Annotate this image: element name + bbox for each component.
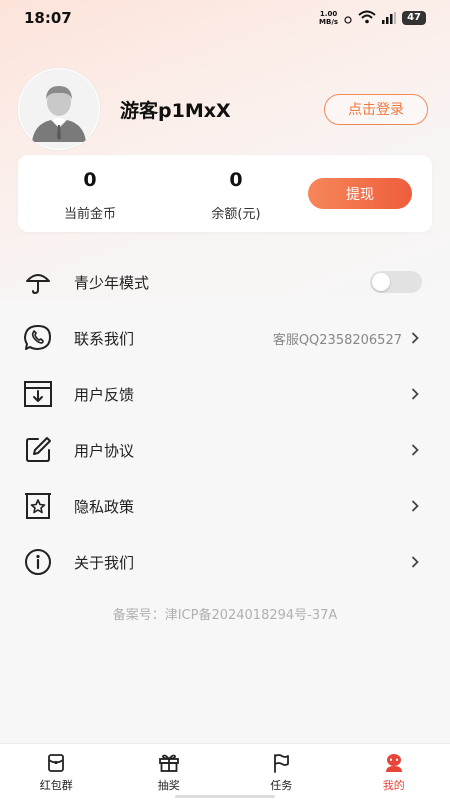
- menu-label-about: 关于我们: [74, 553, 135, 572]
- alarm-icon: [344, 9, 352, 28]
- withdraw-button[interactable]: 提现: [308, 178, 412, 209]
- network-speed-value: 1.00: [319, 10, 338, 18]
- gift-icon: [158, 752, 180, 774]
- menu-item-feedback[interactable]: 用户反馈: [0, 366, 450, 422]
- menu-label-contact: 联系我们: [74, 329, 135, 348]
- menu-item-agreement[interactable]: 用户协议: [0, 422, 450, 478]
- tab-lottery[interactable]: 抽奖: [113, 744, 226, 800]
- menu-item-privacy[interactable]: 隐私政策: [0, 478, 450, 534]
- coins-stat[interactable]: 0 当前金币: [30, 169, 150, 222]
- flag-icon: [270, 752, 292, 774]
- contact-qq-number: 客服QQ2358206527: [272, 332, 402, 348]
- wifi-icon: [358, 9, 376, 28]
- red-packet-icon: [45, 752, 67, 774]
- toggle-knob: [372, 273, 390, 291]
- info-icon: [22, 546, 54, 578]
- default-avatar-icon: [19, 69, 99, 149]
- settings-menu: 青少年模式 联系我们 客服QQ2358206527 用户反馈 用户协议 隐私政策…: [0, 254, 450, 590]
- avatar[interactable]: [18, 68, 100, 150]
- profile-header: 游客p1MxX 点击登录: [18, 68, 428, 150]
- menu-item-about[interactable]: 关于我们: [0, 534, 450, 590]
- bottom-tab-bar: 红包群 抽奖 任务 我的: [0, 743, 450, 800]
- balance-value: 0: [229, 169, 243, 191]
- tab-red-packet-group[interactable]: 红包群: [0, 744, 113, 800]
- tab-label: 抽奖: [157, 779, 180, 792]
- tab-mine[interactable]: 我的: [338, 744, 450, 800]
- tab-label: 任务: [270, 779, 293, 792]
- status-bar: 18:07 1.00 MB/s 47: [0, 0, 450, 36]
- chevron-right-icon: [410, 555, 420, 569]
- menu-label-youth-mode: 青少年模式: [74, 273, 150, 292]
- network-speed: 1.00 MB/s: [319, 10, 338, 26]
- wallet-card: 0 当前金币 0 余额(元) 提现: [18, 155, 432, 232]
- profile-icon: [383, 752, 405, 774]
- balance-stat[interactable]: 0 余额(元): [176, 169, 296, 222]
- menu-item-youth-mode[interactable]: 青少年模式: [0, 254, 450, 310]
- chevron-right-icon: [410, 443, 420, 457]
- home-indicator: [175, 795, 275, 798]
- tab-label: 我的: [382, 779, 405, 792]
- youth-mode-toggle[interactable]: [370, 271, 422, 293]
- umbrella-icon: [22, 266, 54, 298]
- balance-label: 余额(元): [211, 207, 261, 222]
- chevron-right-icon: [410, 499, 420, 513]
- tab-tasks[interactable]: 任务: [225, 744, 338, 800]
- chevron-right-icon: [410, 387, 420, 401]
- menu-label-feedback: 用户反馈: [74, 385, 135, 404]
- status-icons: 1.00 MB/s 47: [319, 9, 426, 28]
- status-time: 18:07: [24, 9, 72, 27]
- login-button[interactable]: 点击登录: [324, 93, 428, 125]
- battery-indicator: 47: [402, 11, 426, 25]
- username: 游客p1MxX: [120, 99, 231, 122]
- phone-chat-icon: [22, 322, 54, 354]
- network-speed-unit: MB/s: [319, 18, 339, 26]
- menu-label-privacy: 隐私政策: [74, 497, 135, 516]
- menu-label-agreement: 用户协议: [74, 441, 135, 460]
- coins-value: 0: [83, 169, 97, 191]
- signal-icon: [382, 9, 397, 28]
- star-badge-icon: [22, 490, 54, 522]
- chevron-right-icon: [410, 331, 420, 345]
- coins-label: 当前金币: [63, 207, 116, 222]
- icp-record: 备案号：津ICP备2024018294号-37A: [112, 608, 338, 623]
- feedback-tray-icon: [22, 378, 54, 410]
- menu-item-contact[interactable]: 联系我们 客服QQ2358206527: [0, 310, 450, 366]
- edit-icon: [22, 434, 54, 466]
- tab-label: 红包群: [39, 779, 73, 792]
